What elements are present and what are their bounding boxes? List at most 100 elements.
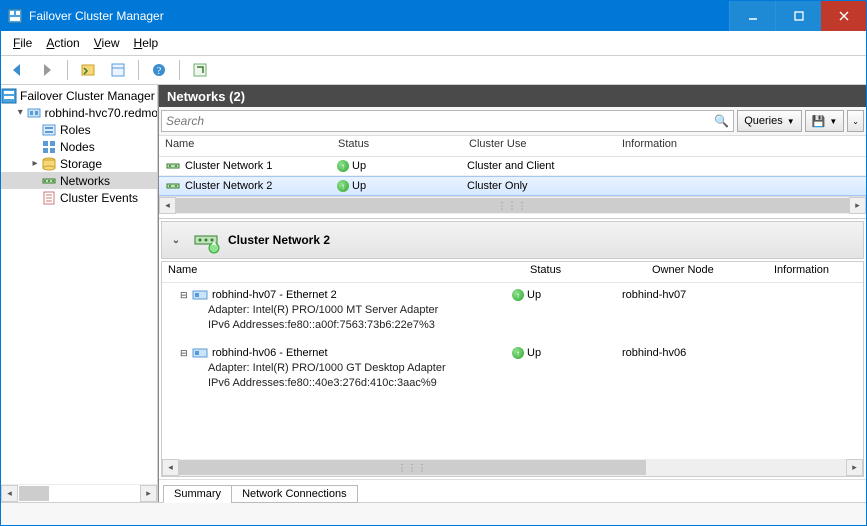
search-input[interactable]: Search 🔍 [161, 110, 734, 132]
search-icon[interactable]: 🔍 [714, 114, 729, 128]
col-status[interactable]: Status [332, 136, 463, 156]
tree-roles[interactable]: Roles [1, 121, 157, 138]
row-status: Up [352, 180, 366, 192]
col-use[interactable]: Cluster Use [463, 136, 616, 156]
scroll-thumb[interactable]: ⋮⋮⋮ [179, 460, 646, 475]
titlebar: Failover Cluster Manager [1, 1, 866, 31]
cell-status: ↑Up [331, 180, 461, 192]
events-icon [41, 190, 57, 206]
tab-connections[interactable]: Network Connections [231, 485, 358, 503]
adapter-item[interactable]: ⊟ robhind-hv06 - Ethernet ↑Up robhind-hv… [162, 341, 863, 399]
scroll-left-icon[interactable]: ◂ [1, 485, 18, 502]
minimize-button[interactable] [729, 1, 775, 31]
detail-body: Name Status Owner Node Information ⊟ rob… [161, 261, 864, 477]
expand-icon[interactable]: ▾ [15, 107, 26, 118]
adapter-owner: robhind-hv06 [622, 347, 732, 359]
scroll-right-icon[interactable]: ▸ [849, 197, 866, 214]
menu-help[interactable]: Help [128, 35, 165, 51]
chevron-down-icon[interactable]: ⌄ [168, 232, 184, 248]
menu-action[interactable]: Action [40, 35, 85, 51]
cell-name: Cluster Network 2 [159, 178, 331, 194]
scroll-thumb[interactable]: ⋮⋮⋮ [176, 198, 849, 213]
scroll-left-icon[interactable]: ◂ [162, 459, 179, 476]
scroll-left-icon[interactable]: ◂ [159, 197, 176, 214]
tree-events[interactable]: Cluster Events [1, 189, 157, 206]
col-name[interactable]: Name [159, 136, 332, 156]
row-name: Cluster Network 1 [185, 160, 272, 172]
grid-header[interactable]: Name Status Cluster Use Information [159, 136, 866, 157]
tree-events-label: Cluster Events [60, 191, 138, 205]
storage-icon [41, 156, 57, 172]
adapter-ipv6: IPv6 Addresses:fe80::40e3:276d:410c:3aac… [180, 376, 857, 391]
network-icon [165, 158, 181, 174]
more-button[interactable]: ⌄ [847, 110, 864, 132]
menu-file[interactable]: File [7, 35, 38, 51]
dcol-info[interactable]: Information [768, 262, 863, 282]
detail-hscroll[interactable]: ◂ ⋮⋮⋮ ▸ [162, 459, 863, 476]
network-icon [165, 178, 181, 194]
detail-columns[interactable]: Name Status Owner Node Information [162, 262, 863, 283]
tree-cluster[interactable]: ▾ robhind-hvc70.redmond [1, 104, 157, 121]
show-hide-tree-button[interactable] [76, 58, 100, 82]
tree-root[interactable]: Failover Cluster Manager [1, 87, 157, 104]
maximize-button[interactable] [775, 1, 821, 31]
grid-row[interactable]: Cluster Network 1 ↑Up Cluster and Client [159, 157, 866, 176]
nav-back-button[interactable] [5, 58, 29, 82]
search-placeholder: Search [166, 114, 204, 128]
search-row: Search 🔍 Queries ▼ 💾 ▼ ⌄ [159, 107, 866, 136]
refresh-button[interactable] [188, 58, 212, 82]
collapse-icon[interactable]: ⊟ [180, 290, 192, 301]
row-status: Up [352, 160, 366, 172]
save-button[interactable]: 💾 ▼ [805, 110, 845, 132]
nav-tree[interactable]: Failover Cluster Manager ▾ robhind-hvc70… [1, 85, 157, 484]
dcol-name[interactable]: Name [162, 262, 524, 282]
app-window: Failover Cluster Manager File Action Vie… [0, 0, 867, 526]
tree-networks[interactable]: Networks [1, 172, 157, 189]
section-header: Networks (2) [159, 85, 866, 107]
detail-title-bar[interactable]: ⌄ Cluster Network 2 [161, 221, 864, 259]
nodes-icon [41, 139, 57, 155]
grid-row-selected[interactable]: Cluster Network 2 ↑Up Cluster Only [159, 176, 866, 196]
menu-view[interactable]: View [88, 35, 126, 51]
tree-storage[interactable]: ▸ Storage [1, 155, 157, 172]
tree-networks-label: Networks [60, 174, 110, 188]
scroll-thumb[interactable] [19, 486, 49, 501]
col-info[interactable]: Information [616, 136, 866, 156]
adapter-item[interactable]: ⊟ robhind-hv07 - Ethernet 2 ↑Up robhind-… [162, 283, 863, 341]
scroll-right-icon[interactable]: ▸ [846, 459, 863, 476]
expand-icon[interactable]: ▸ [29, 158, 41, 169]
tree-root-label: Failover Cluster Manager [20, 89, 155, 103]
cell-name: Cluster Network 1 [159, 158, 331, 174]
properties-button[interactable] [106, 58, 130, 82]
chevron-down-icon: ▼ [787, 117, 795, 126]
adapter-desc: Adapter: Intel(R) PRO/1000 GT Desktop Ad… [180, 361, 857, 376]
tree-pane: Failover Cluster Manager ▾ robhind-hvc70… [1, 85, 158, 502]
collapse-icon[interactable]: ⊟ [180, 348, 192, 359]
tab-summary[interactable]: Summary [163, 485, 232, 503]
row-name: Cluster Network 2 [185, 180, 272, 192]
scroll-right-icon[interactable]: ▸ [140, 485, 157, 502]
tree-hscroll[interactable]: ◂ ▸ [1, 484, 157, 502]
nic-icon [192, 345, 208, 361]
scroll-track[interactable]: ⋮⋮⋮ [176, 197, 849, 214]
queries-label: Queries [744, 115, 783, 127]
status-up-icon: ↑ [512, 347, 524, 359]
help-button[interactable]: ? [147, 58, 171, 82]
adapter-status: Up [527, 289, 541, 301]
svg-text:?: ? [157, 66, 162, 77]
tree-roles-label: Roles [60, 123, 91, 137]
tree-nodes[interactable]: Nodes [1, 138, 157, 155]
close-button[interactable] [821, 1, 866, 31]
dcol-owner[interactable]: Owner Node [646, 262, 768, 282]
nav-forward-button[interactable] [35, 58, 59, 82]
window-title: Failover Cluster Manager [29, 9, 729, 23]
grid-hscroll[interactable]: ◂ ⋮⋮⋮ ▸ [159, 197, 866, 214]
dcol-status[interactable]: Status [524, 262, 646, 282]
section-title: Networks (2) [167, 89, 245, 104]
cell-use: Cluster and Client [461, 160, 613, 172]
chevron-down-icon: ⌄ [852, 117, 859, 126]
toolbar-separator [138, 60, 139, 80]
scroll-track[interactable]: ⋮⋮⋮ [179, 459, 846, 476]
queries-button[interactable]: Queries ▼ [737, 110, 801, 132]
adapter-ipv6: IPv6 Addresses:fe80::a00f:7563:73b6:22e7… [180, 318, 857, 333]
